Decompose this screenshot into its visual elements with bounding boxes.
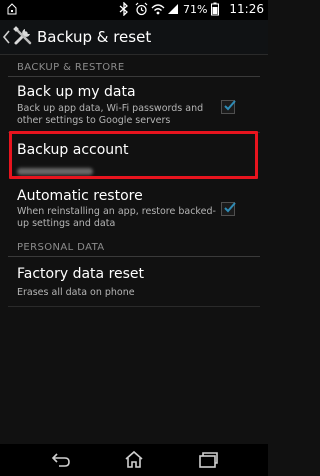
- section-divider: [8, 76, 260, 77]
- usb-debug-icon: [6, 3, 18, 18]
- highlight-box: [9, 131, 258, 179]
- backup-data-checkbox[interactable]: [221, 100, 236, 114]
- page-title: Backup & reset: [37, 28, 152, 46]
- clock-time: 11:26: [229, 2, 264, 16]
- section-header-backup-restore: BACKUP & RESTORE: [17, 62, 125, 73]
- wifi-icon: [151, 2, 165, 16]
- signal-icon: [167, 2, 179, 16]
- battery-percent: 71%: [182, 2, 208, 16]
- action-bar: Backup & reset: [0, 20, 268, 55]
- backup-data-title: Back up my data: [17, 84, 136, 100]
- navigation-bar: [0, 444, 268, 476]
- settings-tools-icon[interactable]: [12, 25, 34, 47]
- back-icon[interactable]: [50, 450, 72, 470]
- up-navigation-icon[interactable]: [2, 29, 12, 45]
- alarm-icon: [135, 2, 148, 16]
- status-bar: 71% 11:26: [0, 0, 268, 20]
- auto-restore-subtitle: When reinstalling an app, restore backed…: [17, 206, 216, 229]
- factory-reset-subtitle: Erases all data on phone: [17, 287, 135, 298]
- auto-restore-title: Automatic restore: [17, 188, 143, 204]
- row-divider: [8, 306, 260, 307]
- section-header-personal-data: PERSONAL DATA: [17, 242, 105, 253]
- section-divider: [8, 256, 260, 257]
- auto-restore-checkbox[interactable]: [221, 202, 236, 216]
- recent-apps-icon[interactable]: [197, 450, 219, 470]
- factory-reset-title: Factory data reset: [17, 266, 145, 282]
- battery-icon: [211, 2, 223, 16]
- backup-data-subtitle: Back up app data, Wi-Fi passwords and ot…: [17, 103, 204, 126]
- bluetooth-icon: [119, 1, 131, 17]
- home-icon[interactable]: [123, 450, 145, 470]
